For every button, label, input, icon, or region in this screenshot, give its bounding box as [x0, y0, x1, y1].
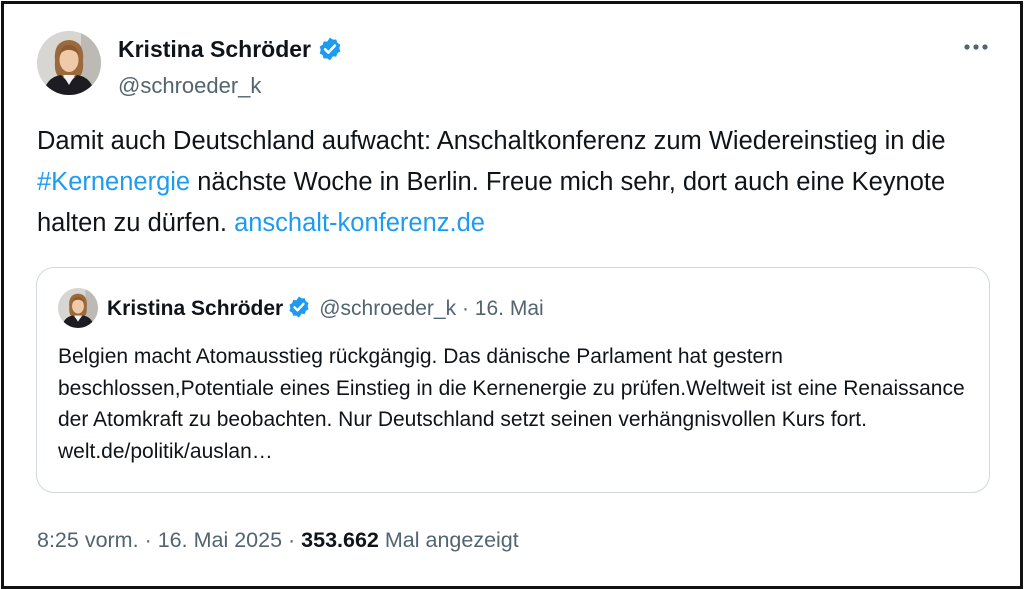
more-options-button[interactable]	[956, 32, 996, 62]
tweet-time[interactable]: 8:25 vorm.	[37, 528, 139, 552]
portrait-avatar-icon	[58, 288, 98, 328]
quoted-author-handle[interactable]: @schroeder_k	[319, 297, 456, 320]
quoted-tweet-header: Kristina Schröder @schroeder_k · 16. Mai	[107, 295, 544, 323]
author-name[interactable]: Kristina Schröder	[118, 34, 343, 64]
tweet-text: Damit auch Deutschland aufwacht: Anschal…	[37, 121, 997, 244]
quoted-tweet[interactable]: Kristina Schröder @schroeder_k · 16. Mai…	[36, 267, 990, 493]
quoted-tweet-date[interactable]: 16. Mai	[475, 297, 544, 320]
hashtag-link[interactable]: #Kernenergie	[37, 168, 190, 196]
separator-dot: ·	[288, 528, 296, 552]
tweet-text-part1: Damit auch Deutschland aufwacht: Anschal…	[37, 127, 946, 155]
portrait-avatar-icon	[37, 31, 101, 95]
views-count: 353.662	[301, 528, 379, 552]
tweet-metadata: 8:25 vorm. · 16. Mai 2025 · 353.662 Mal …	[37, 525, 519, 555]
author-name-text: Kristina Schröder	[118, 36, 311, 62]
external-link[interactable]: anschalt-konferenz.de	[234, 209, 485, 237]
quoted-author-name[interactable]: Kristina Schröder	[107, 297, 283, 320]
more-horizontal-icon	[964, 44, 988, 50]
quoted-tweet-text: Belgien macht Atomausstieg rückgängig. D…	[58, 345, 965, 463]
separator-dot: ·	[461, 297, 469, 320]
quoted-author-avatar[interactable]	[58, 288, 98, 328]
author-avatar[interactable]	[37, 31, 101, 95]
tweet-card: Kristina Schröder @schroeder_k Damit auc…	[1, 1, 1023, 589]
separator-dot: ·	[144, 528, 152, 552]
verified-badge-icon	[319, 37, 341, 61]
views-label: Mal angezeigt	[384, 528, 519, 552]
author-handle[interactable]: @schroeder_k	[118, 72, 261, 100]
verified-badge-icon	[289, 296, 309, 318]
tweet-date[interactable]: 16. Mai 2025	[158, 528, 282, 552]
